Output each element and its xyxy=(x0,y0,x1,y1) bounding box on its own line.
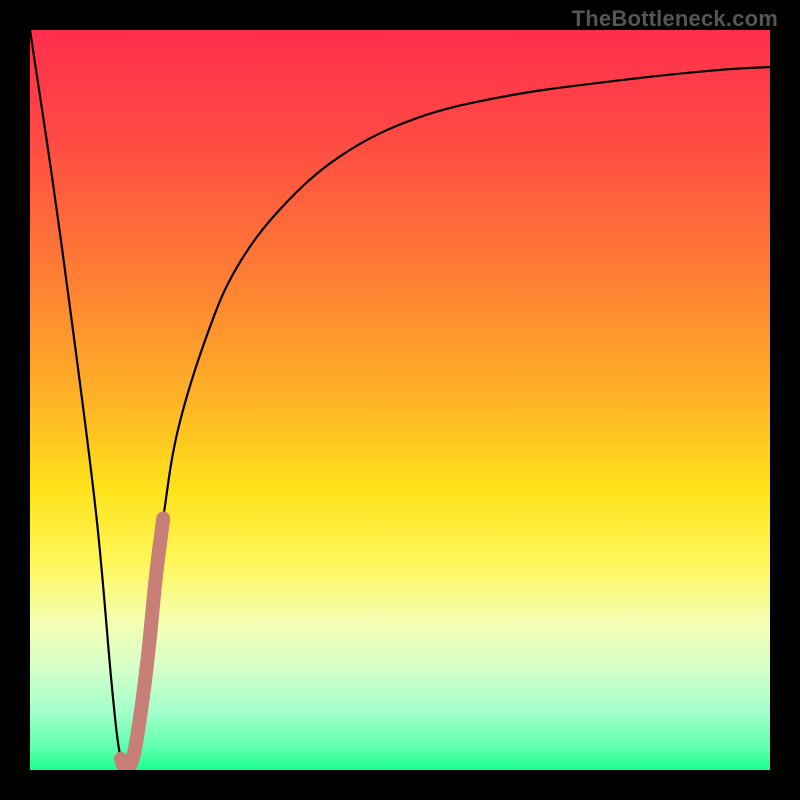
plot-area xyxy=(30,30,770,770)
curve-layer xyxy=(30,30,770,770)
highlight-segment xyxy=(121,518,163,770)
chart-frame: TheBottleneck.com xyxy=(0,0,800,800)
watermark-text: TheBottleneck.com xyxy=(572,6,778,32)
